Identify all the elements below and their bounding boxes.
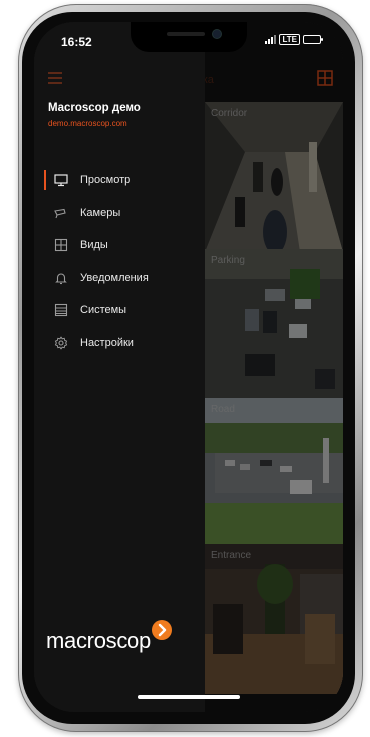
home-indicator[interactable] [138, 695, 240, 699]
macroscop-logo: macroscop [46, 620, 172, 654]
menu-item-cameras[interactable]: Камеры [34, 197, 205, 230]
server-name: Macroscop демо [48, 102, 141, 114]
menu-item-layouts[interactable]: Виды [34, 229, 205, 262]
drawer-overlay[interactable] [205, 22, 343, 712]
status-bar: 16:52 LTE [34, 22, 343, 56]
server-profile[interactable]: Macroscop демо demo.macroscop.com [48, 102, 141, 128]
speaker-grille [167, 32, 205, 36]
menu-item-label: Уведомления [80, 271, 149, 284]
menu-item-label: Просмотр [80, 174, 131, 187]
navigation-drawer: Macroscop демо demo.macroscop.com Просмо… [34, 22, 205, 712]
grid-icon [54, 238, 68, 252]
server-host: demo.macroscop.com [48, 119, 127, 128]
menu-item-label: Камеры [80, 206, 121, 219]
camera-icon [54, 206, 68, 220]
menu-item-label: Системы [80, 304, 127, 317]
bell-icon [54, 271, 68, 285]
menu-item-label: Настройки [80, 336, 134, 349]
server-icon [54, 303, 68, 317]
chevron-right-icon [151, 620, 172, 640]
logo-text: macroscop [46, 628, 151, 653]
signal-icon [265, 35, 277, 44]
menu-item-settings[interactable]: Настройки [34, 327, 205, 360]
menu-item-systems[interactable]: Системы [34, 294, 205, 327]
monitor-icon [54, 173, 68, 187]
menu-item-label: Виды [80, 239, 108, 252]
battery-icon [303, 35, 323, 44]
front-camera [213, 30, 221, 38]
hamburger-menu-icon[interactable] [48, 72, 62, 84]
drawer-menu: Просмотр Камеры Виды Уведомления Системы… [34, 164, 205, 359]
gear-icon [54, 336, 68, 350]
menu-item-notifications[interactable]: Уведомления [34, 262, 205, 295]
phone-screen: Сетка Corridor [34, 22, 343, 712]
network-label: LTE [279, 34, 300, 45]
notch [131, 22, 247, 52]
menu-item-view[interactable]: Просмотр [34, 164, 205, 197]
status-time: 16:52 [61, 35, 92, 49]
status-indicators: LTE [265, 34, 323, 45]
